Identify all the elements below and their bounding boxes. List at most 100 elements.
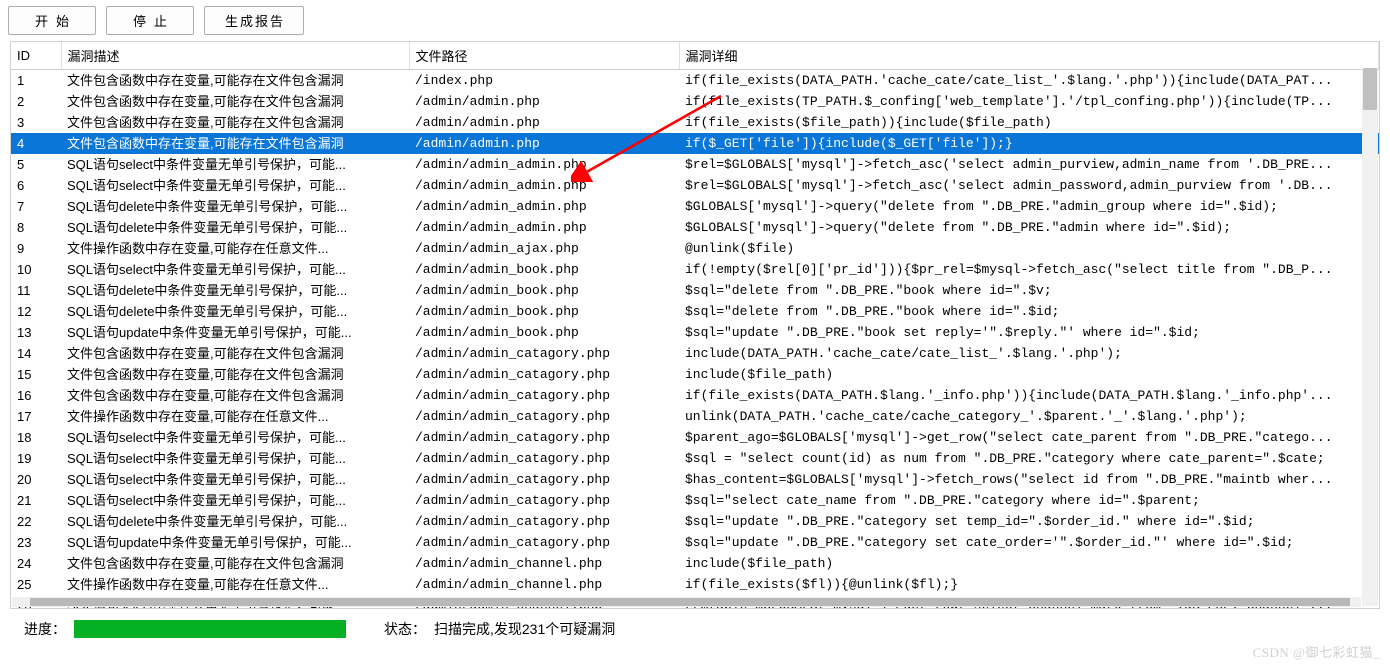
table-row[interactable]: 11SQL语句delete中条件变量无单引号保护，可能.../admin/adm…	[11, 280, 1379, 301]
table-row[interactable]: 22SQL语句delete中条件变量无单引号保护，可能.../admin/adm…	[11, 511, 1379, 532]
cell-detail: include(DATA_PATH.'cache_cate/cate_list_…	[679, 343, 1379, 364]
cell-detail: $sql="delete from ".DB_PRE."book where i…	[679, 301, 1379, 322]
cell-detail: $sql="update ".DB_PRE."category set cate…	[679, 532, 1379, 553]
table-row[interactable]: 1文件包含函数中存在变量,可能存在文件包含漏洞/index.phpif(file…	[11, 70, 1379, 92]
cell-desc: 文件包含函数中存在变量,可能存在文件包含漏洞	[61, 133, 409, 154]
progress-bar	[74, 620, 346, 638]
table-row[interactable]: 10SQL语句select中条件变量无单引号保护，可能.../admin/adm…	[11, 259, 1379, 280]
cell-desc: SQL语句update中条件变量无单引号保护，可能...	[61, 532, 409, 553]
table-row[interactable]: 5SQL语句select中条件变量无单引号保护，可能.../admin/admi…	[11, 154, 1379, 175]
status-text: 扫描完成,发现231个可疑漏洞	[434, 619, 615, 639]
table-row[interactable]: 6SQL语句select中条件变量无单引号保护，可能.../admin/admi…	[11, 175, 1379, 196]
stop-button[interactable]: 停止	[106, 6, 194, 35]
cell-path: /admin/admin_catagory.php	[409, 511, 679, 532]
status-label: 状态：	[384, 619, 426, 639]
cell-desc: SQL语句delete中条件变量无单引号保护，可能...	[61, 280, 409, 301]
vertical-scrollbar[interactable]	[1362, 68, 1378, 606]
cell-id: 24	[11, 553, 61, 574]
table-row[interactable]: 24文件包含函数中存在变量,可能存在文件包含漏洞/admin/admin_cha…	[11, 553, 1379, 574]
cell-id: 15	[11, 364, 61, 385]
table-row[interactable]: 20SQL语句select中条件变量无单引号保护，可能.../admin/adm…	[11, 469, 1379, 490]
cell-id: 14	[11, 343, 61, 364]
cell-path: /admin/admin.php	[409, 133, 679, 154]
col-header-desc[interactable]: 漏洞描述	[61, 42, 409, 70]
cell-path: /admin/admin_book.php	[409, 259, 679, 280]
cell-id: 6	[11, 175, 61, 196]
cell-detail: $rel=$GLOBALS['mysql']->fetch_asc('selec…	[679, 154, 1379, 175]
table-row[interactable]: 25文件操作函数中存在变量,可能存在任意文件.../admin/admin_ch…	[11, 574, 1379, 595]
cell-desc: 文件包含函数中存在变量,可能存在文件包含漏洞	[61, 553, 409, 574]
cell-detail: $GLOBALS['mysql']->query("delete from ".…	[679, 217, 1379, 238]
table-row[interactable]: 19SQL语句select中条件变量无单引号保护，可能.../admin/adm…	[11, 448, 1379, 469]
cell-desc: SQL语句delete中条件变量无单引号保护，可能...	[61, 511, 409, 532]
table-row[interactable]: 3文件包含函数中存在变量,可能存在文件包含漏洞/admin/admin.phpi…	[11, 112, 1379, 133]
table-row[interactable]: 4文件包含函数中存在变量,可能存在文件包含漏洞/admin/admin.phpi…	[11, 133, 1379, 154]
cell-id: 18	[11, 427, 61, 448]
cell-desc: SQL语句select中条件变量无单引号保护，可能...	[61, 427, 409, 448]
cell-desc: 文件包含函数中存在变量,可能存在文件包含漏洞	[61, 364, 409, 385]
cell-path: /admin/admin_catagory.php	[409, 343, 679, 364]
table-row[interactable]: 16文件包含函数中存在变量,可能存在文件包含漏洞/admin/admin_cat…	[11, 385, 1379, 406]
cell-path: /admin/admin_catagory.php	[409, 532, 679, 553]
table-row[interactable]: 14文件包含函数中存在变量,可能存在文件包含漏洞/admin/admin_cat…	[11, 343, 1379, 364]
cell-detail: @unlink($file)	[679, 238, 1379, 259]
cell-id: 9	[11, 238, 61, 259]
table-row[interactable]: 21SQL语句select中条件变量无单引号保护，可能.../admin/adm…	[11, 490, 1379, 511]
col-header-path[interactable]: 文件路径	[409, 42, 679, 70]
table-row[interactable]: 7SQL语句delete中条件变量无单引号保护，可能.../admin/admi…	[11, 196, 1379, 217]
scrollbar-thumb-h[interactable]	[30, 598, 1350, 606]
cell-id: 10	[11, 259, 61, 280]
col-header-id[interactable]: ID	[11, 42, 61, 70]
report-button[interactable]: 生成报告	[204, 6, 304, 35]
cell-path: /admin/admin_book.php	[409, 322, 679, 343]
cell-desc: SQL语句select中条件变量无单引号保护，可能...	[61, 448, 409, 469]
table-row[interactable]: 13SQL语句update中条件变量无单引号保护，可能.../admin/adm…	[11, 322, 1379, 343]
cell-detail: if(!empty($rel[0]['pr_id'])){$pr_rel=$my…	[679, 259, 1379, 280]
cell-desc: 文件包含函数中存在变量,可能存在文件包含漏洞	[61, 91, 409, 112]
cell-desc: SQL语句delete中条件变量无单引号保护，可能...	[61, 217, 409, 238]
cell-desc: SQL语句update中条件变量无单引号保护，可能...	[61, 322, 409, 343]
cell-id: 11	[11, 280, 61, 301]
cell-detail: $sql="delete from ".DB_PRE."book where i…	[679, 280, 1379, 301]
cell-detail: $parent_ago=$GLOBALS['mysql']->get_row("…	[679, 427, 1379, 448]
cell-detail: include($file_path)	[679, 553, 1379, 574]
cell-id: 20	[11, 469, 61, 490]
cell-desc: SQL语句select中条件变量无单引号保护，可能...	[61, 175, 409, 196]
table-row[interactable]: 23SQL语句update中条件变量无单引号保护，可能.../admin/adm…	[11, 532, 1379, 553]
cell-detail: $sql="select cate_name from ".DB_PRE."ca…	[679, 490, 1379, 511]
cell-detail: $has_content=$GLOBALS['mysql']->fetch_ro…	[679, 469, 1379, 490]
cell-path: /admin/admin_catagory.php	[409, 427, 679, 448]
cell-desc: 文件操作函数中存在变量,可能存在任意文件...	[61, 238, 409, 259]
results-table: ID 漏洞描述 文件路径 漏洞详细 1文件包含函数中存在变量,可能存在文件包含漏…	[11, 42, 1379, 609]
cell-detail: if(file_exists($file_path)){include($fil…	[679, 112, 1379, 133]
cell-path: /admin/admin_channel.php	[409, 553, 679, 574]
cell-id: 16	[11, 385, 61, 406]
progress-label: 进度：	[24, 619, 66, 639]
cell-path: /admin/admin_catagory.php	[409, 406, 679, 427]
cell-path: /admin/admin_admin.php	[409, 217, 679, 238]
cell-desc: SQL语句select中条件变量无单引号保护，可能...	[61, 154, 409, 175]
table-row[interactable]: 18SQL语句select中条件变量无单引号保护，可能.../admin/adm…	[11, 427, 1379, 448]
start-button[interactable]: 开始	[8, 6, 96, 35]
table-row[interactable]: 9文件操作函数中存在变量,可能存在任意文件.../admin/admin_aja…	[11, 238, 1379, 259]
table-row[interactable]: 12SQL语句delete中条件变量无单引号保护，可能.../admin/adm…	[11, 301, 1379, 322]
cell-path: /admin/admin.php	[409, 91, 679, 112]
scrollbar-thumb[interactable]	[1363, 68, 1377, 110]
cell-id: 19	[11, 448, 61, 469]
table-row[interactable]: 17文件操作函数中存在变量,可能存在任意文件.../admin/admin_ca…	[11, 406, 1379, 427]
table-row[interactable]: 2文件包含函数中存在变量,可能存在文件包含漏洞/admin/admin.phpi…	[11, 91, 1379, 112]
cell-id: 23	[11, 532, 61, 553]
horizontal-scrollbar[interactable]	[12, 597, 1361, 607]
cell-detail: if($_GET['file']){include($_GET['file'])…	[679, 133, 1379, 154]
cell-id: 8	[11, 217, 61, 238]
cell-detail: $sql="update ".DB_PRE."category set temp…	[679, 511, 1379, 532]
results-table-container: ID 漏洞描述 文件路径 漏洞详细 1文件包含函数中存在变量,可能存在文件包含漏…	[10, 41, 1380, 609]
cell-id: 22	[11, 511, 61, 532]
cell-path: /admin/admin.php	[409, 112, 679, 133]
cell-id: 3	[11, 112, 61, 133]
col-header-detail[interactable]: 漏洞详细	[679, 42, 1379, 70]
table-row[interactable]: 15文件包含函数中存在变量,可能存在文件包含漏洞/admin/admin_cat…	[11, 364, 1379, 385]
table-row[interactable]: 8SQL语句delete中条件变量无单引号保护，可能.../admin/admi…	[11, 217, 1379, 238]
cell-id: 2	[11, 91, 61, 112]
cell-desc: 文件操作函数中存在变量,可能存在任意文件...	[61, 574, 409, 595]
